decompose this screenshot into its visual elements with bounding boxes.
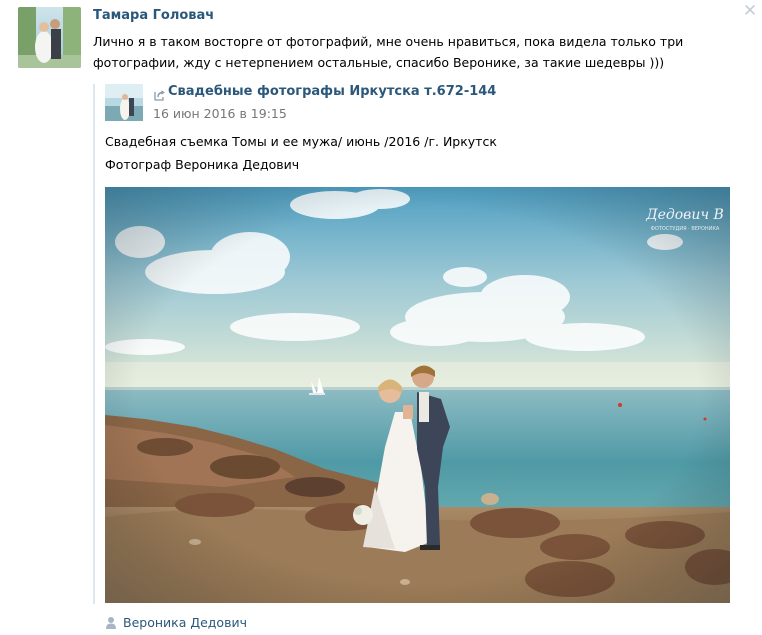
wedding-photo[interactable]: Дедович В ФОТОСТУДИЯ · ВЕРОНИКА: [105, 187, 730, 603]
author-avatar[interactable]: [18, 7, 81, 68]
comment-text: Лично я в таком восторге от фотографий, …: [93, 34, 684, 70]
group-name-link[interactable]: Свадебные фотографы Иркутска т.672-144: [168, 84, 496, 99]
signer-link[interactable]: Вероника Дедович: [123, 615, 247, 630]
photo-watermark: Дедович В: [645, 207, 724, 223]
post-text-line-2: Фотограф Вероника Дедович: [105, 157, 300, 172]
author-name[interactable]: Тамара Головач: [93, 8, 214, 23]
person-icon: [105, 615, 117, 629]
comment-post: Тамара Головач ✕ Лично я в таком восторг…: [0, 0, 762, 635]
photo-watermark-sub: ФОТОСТУДИЯ · ВЕРОНИКА: [651, 226, 720, 232]
post-text-line-1: Свадебная съемка Томы и ее мужа/ июнь /2…: [105, 134, 497, 149]
post-date[interactable]: 16 июн 2016 в 19:15: [153, 106, 287, 121]
group-avatar[interactable]: [105, 84, 143, 121]
repost-divider: [93, 84, 95, 604]
close-icon[interactable]: ✕: [742, 3, 758, 20]
share-arrow-icon: [154, 86, 166, 101]
